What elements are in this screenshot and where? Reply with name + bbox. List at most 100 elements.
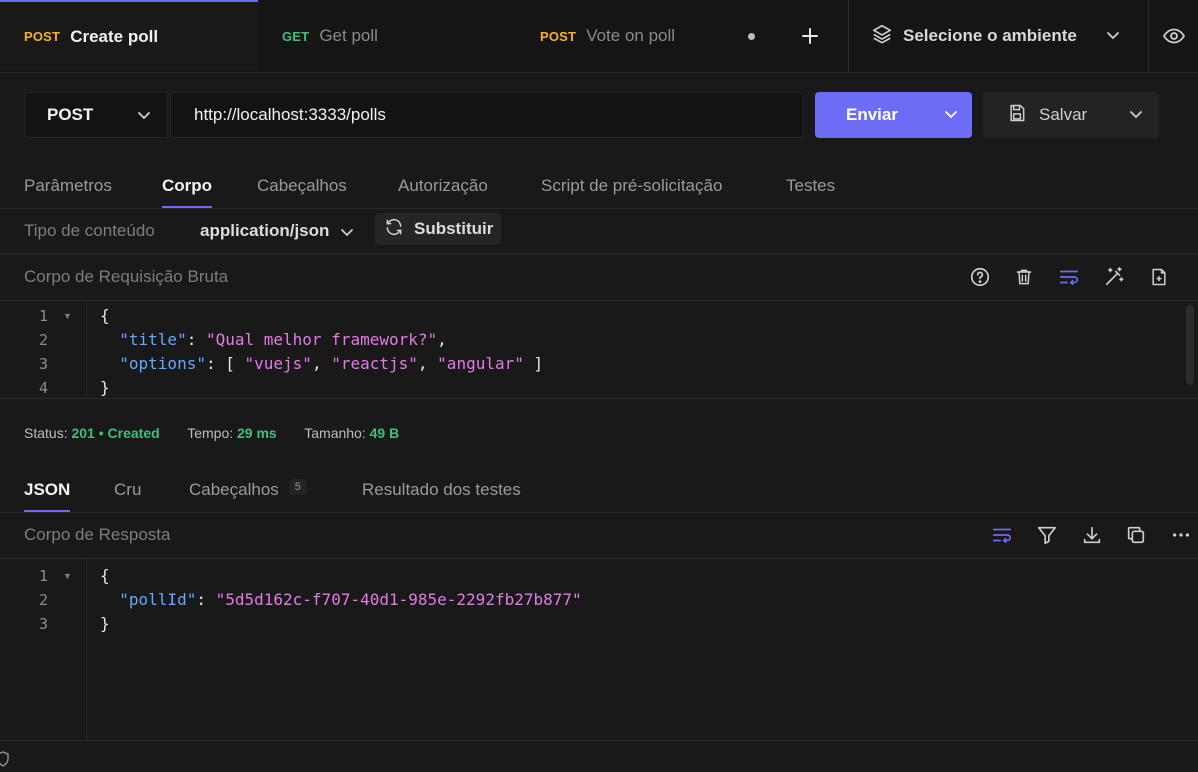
tab-json[interactable]: JSON [24,468,71,512]
code-text: { [100,306,110,325]
size-label: Tamanho: [304,425,366,441]
request-body-editor[interactable]: 1 ▼ { 2 "title": "Qual melhor framework?… [0,301,1198,398]
code-line: 2 "pollId": "5d5d162c-f707-40d1-985e-229… [0,588,1198,612]
environment-label: Selecione o ambiente [903,26,1077,45]
copy-icon[interactable] [1124,523,1148,547]
wrap-lines-icon[interactable] [1057,265,1081,289]
tab-method-badge: POST [540,28,577,44]
new-tab-plus-icon[interactable] [790,20,830,52]
line-number: 1 [38,567,48,585]
time-label: Tempo: [187,425,234,441]
line-number: 2 [38,591,48,609]
status-separator-dot: • [98,425,108,441]
response-body-viewer[interactable]: 1 ▼ { 2 "pollId": "5d5d162c-f707-40d1-98… [0,559,1198,740]
response-body-title: Corpo de Resposta [24,525,171,544]
trash-icon[interactable] [1012,265,1036,289]
tab-label: Cabeçalhos [189,480,279,499]
chevron-down-icon [1106,28,1120,47]
content-type-select[interactable]: application/json [200,221,329,241]
wrap-lines-icon[interactable] [990,523,1014,547]
save-icon [1007,103,1027,128]
tab-title: Create poll [70,26,159,46]
status-code: 201 [71,425,95,441]
code-text: "pollId": "5d5d162c-f707-40d1-985e-2292f… [119,590,582,609]
layers-icon [871,23,893,50]
line-number: 4 [38,379,48,397]
response-status-bar: Status: 201 • Created Tempo: 29 ms Taman… [24,425,399,441]
help-icon[interactable] [968,265,992,289]
tab-authorization[interactable]: Autorização [398,164,488,208]
line-number: 3 [38,355,48,373]
json-string: "angular" [437,354,524,373]
json-string: "5d5d162c-f707-40d1-985e-2292fb27b877" [215,590,582,609]
chevron-down-icon[interactable] [1129,107,1143,126]
code-line: 1 ▼ { [0,564,1198,588]
tab-pre-request-script[interactable]: Script de pré-solicitação [541,164,722,208]
tab-response-headers[interactable]: Cabeçalhos 5 [189,468,307,512]
tab-raw[interactable]: Cru [114,468,141,512]
status-text: Created [107,425,160,441]
send-button-label: Enviar [846,105,898,124]
unsaved-dot-icon[interactable] [748,33,755,40]
fold-arrow-icon[interactable]: ▼ [63,304,72,328]
divider [0,398,1198,399]
code-line: 1 ▼ { [0,304,1198,328]
shield-icon[interactable] [0,751,10,772]
chevron-down-icon [137,108,151,127]
code-text: { [100,566,110,585]
tab-test-results[interactable]: Resultado dos testes [362,468,521,512]
editor-scrollbar[interactable] [1186,305,1194,385]
tab-get-poll[interactable]: GET Get poll [258,0,516,72]
replace-button-label: Substituir [414,219,494,238]
new-file-icon[interactable] [1147,265,1171,289]
tab-body[interactable]: Corpo [162,164,213,208]
raw-body-title: Corpo de Requisição Bruta [24,267,229,286]
response-tabs: JSON Cru Cabeçalhos 5 Resultado dos test… [0,468,1198,513]
time-value: 29 ms [237,425,277,441]
content-type-label: Tipo de conteúdo [24,221,155,240]
code-text: "options": [ "vuejs", "reactjs", "angula… [119,354,544,373]
json-string: "reactjs" [331,354,418,373]
chevron-down-icon[interactable] [944,107,958,126]
magic-wand-icon[interactable] [1102,265,1126,289]
tab-title: Get poll [319,26,378,45]
save-button-label: Salvar [1039,105,1088,124]
bottom-status-bar [0,740,1198,769]
replace-button[interactable]: Substituir [375,213,501,245]
response-body-header: Corpo de Resposta [0,512,1198,559]
request-tab-bar: POST Create poll GET Get poll POST Vote … [0,0,1198,73]
size-value: 49 B [369,425,400,441]
chevron-down-icon[interactable] [340,225,354,244]
fold-arrow-icon[interactable]: ▼ [63,564,72,588]
refresh-icon [384,217,404,242]
json-key: "pollId" [119,590,197,609]
send-button[interactable]: Enviar [815,92,972,138]
code-text: } [100,378,110,397]
tab-method-badge: POST [24,29,61,44]
http-method-select[interactable]: POST [24,92,168,138]
more-options-icon[interactable] [1169,523,1193,547]
eye-icon[interactable] [1148,0,1198,72]
json-key: "title" [119,330,187,349]
tab-headers[interactable]: Cabeçalhos [257,164,347,208]
code-line: 3 } [0,612,1198,636]
headers-count-badge: 5 [288,479,307,495]
tab-vote-on-poll[interactable]: POST Vote on poll [516,0,774,72]
download-icon[interactable] [1080,523,1104,547]
tab-method-badge: GET [282,28,310,44]
tab-title: Vote on poll [586,26,676,45]
tab-parameters[interactable]: Parâmetros [24,164,112,208]
filter-icon[interactable] [1035,523,1059,547]
tab-create-poll[interactable]: POST Create poll [0,0,258,71]
url-input[interactable]: http://localhost:3333/polls [170,92,804,138]
line-number: 2 [38,331,48,349]
json-string: "Qual melhor framework?" [205,330,438,349]
tab-tests[interactable]: Testes [786,164,835,208]
request-section-tabs: Parâmetros Corpo Cabeçalhos Autorização … [0,164,1198,209]
json-string: "vuejs" [244,354,312,373]
environment-selector[interactable]: Selecione o ambiente [848,0,1128,72]
code-line: 3 "options": [ "vuejs", "reactjs", "angu… [0,352,1198,376]
content-type-row: Tipo de conteúdo application/json [0,208,1198,254]
http-method-value: POST [47,105,94,124]
save-button[interactable]: Salvar [983,92,1159,138]
